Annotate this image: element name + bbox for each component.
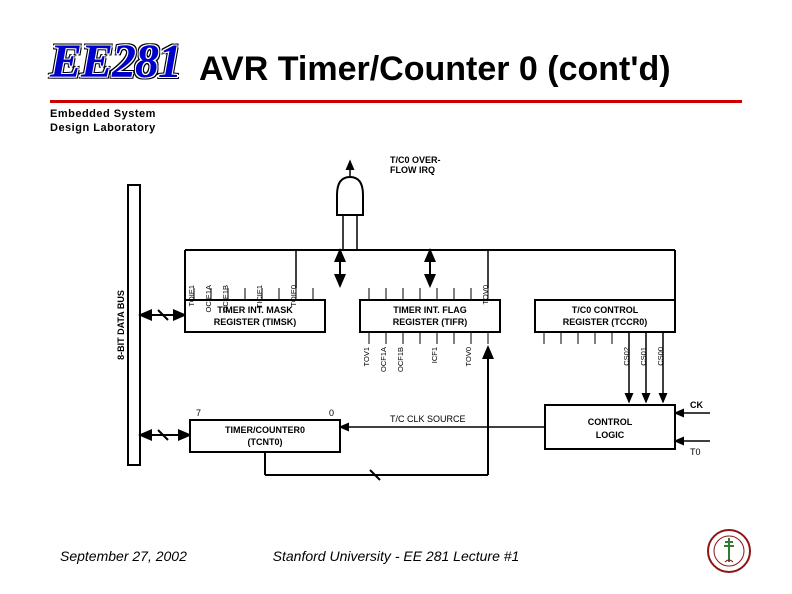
stanford-seal-icon <box>706 528 752 574</box>
tcnt0-line2: (TCNT0) <box>248 437 283 447</box>
block-diagram: 8-BIT DATA BUS TIMER INT. MASK REGISTER … <box>90 155 715 495</box>
and-gate-icon <box>337 161 363 250</box>
svg-text:TICIE1: TICIE1 <box>255 285 264 308</box>
timsk-line2: REGISTER (TIMSK) <box>214 317 297 327</box>
tifr-line1: TIMER INT. FLAG <box>393 305 467 315</box>
tcnt0-lsb: 0 <box>329 408 334 418</box>
overflow-irq-l1: T/C0 OVER- <box>390 155 441 165</box>
svg-text:CS02: CS02 <box>622 347 631 366</box>
footer-center: Stanford University - EE 281 Lecture #1 <box>0 548 792 564</box>
svg-text:TOIE1: TOIE1 <box>187 285 196 307</box>
slide-title: AVR Timer/Counter 0 (cont'd) <box>199 52 671 86</box>
svg-text:CS01: CS01 <box>639 347 648 366</box>
bus-label: 8-BIT DATA BUS <box>116 290 126 360</box>
tccr0-bits: CS02 CS01 CS00 <box>544 332 665 402</box>
clk-source-label: T/C CLK SOURCE <box>390 414 466 424</box>
svg-text:OCIE1A: OCIE1A <box>204 285 213 313</box>
svg-text:OCF1A: OCF1A <box>379 347 388 372</box>
svg-text:CS00: CS00 <box>656 347 665 366</box>
tcnt0-msb: 7 <box>196 408 201 418</box>
ck-input: CK <box>690 400 703 410</box>
subtitle-line2: Design Laboratory <box>50 122 156 134</box>
svg-text:OCIE1B: OCIE1B <box>221 285 230 313</box>
lab-subtitle: Embedded System Design Laboratory <box>50 108 156 136</box>
tcnt0-line1: TIMER/COUNTER0 <box>225 425 305 435</box>
svg-text:OCF1B: OCF1B <box>396 347 405 372</box>
overflow-irq-l2: FLOW IRQ <box>390 165 435 175</box>
control-logic-l2: LOGIC <box>596 430 625 440</box>
tccr0-line2: REGISTER (TCCR0) <box>563 317 648 327</box>
subtitle-line1: Embedded System <box>50 108 156 120</box>
svg-text:TOV0: TOV0 <box>464 347 473 366</box>
course-code: EE281 <box>50 38 181 86</box>
control-logic-l1: CONTROL <box>588 417 633 427</box>
slide-header: EE281 AVR Timer/Counter 0 (cont'd) <box>50 38 742 86</box>
tccr0-line1: T/C0 CONTROL <box>572 305 639 315</box>
svg-text:TOIE0: TOIE0 <box>289 285 298 307</box>
svg-text:TOV1: TOV1 <box>362 347 371 366</box>
title-underline <box>50 100 742 103</box>
tifr-line2: REGISTER (TIFR) <box>393 317 468 327</box>
tifr-bottom-bits: TOV1 OCF1A OCF1B ICF1 TOV0 <box>362 332 488 372</box>
svg-text:ICF1: ICF1 <box>430 347 439 363</box>
t0-input: T0 <box>690 447 701 457</box>
